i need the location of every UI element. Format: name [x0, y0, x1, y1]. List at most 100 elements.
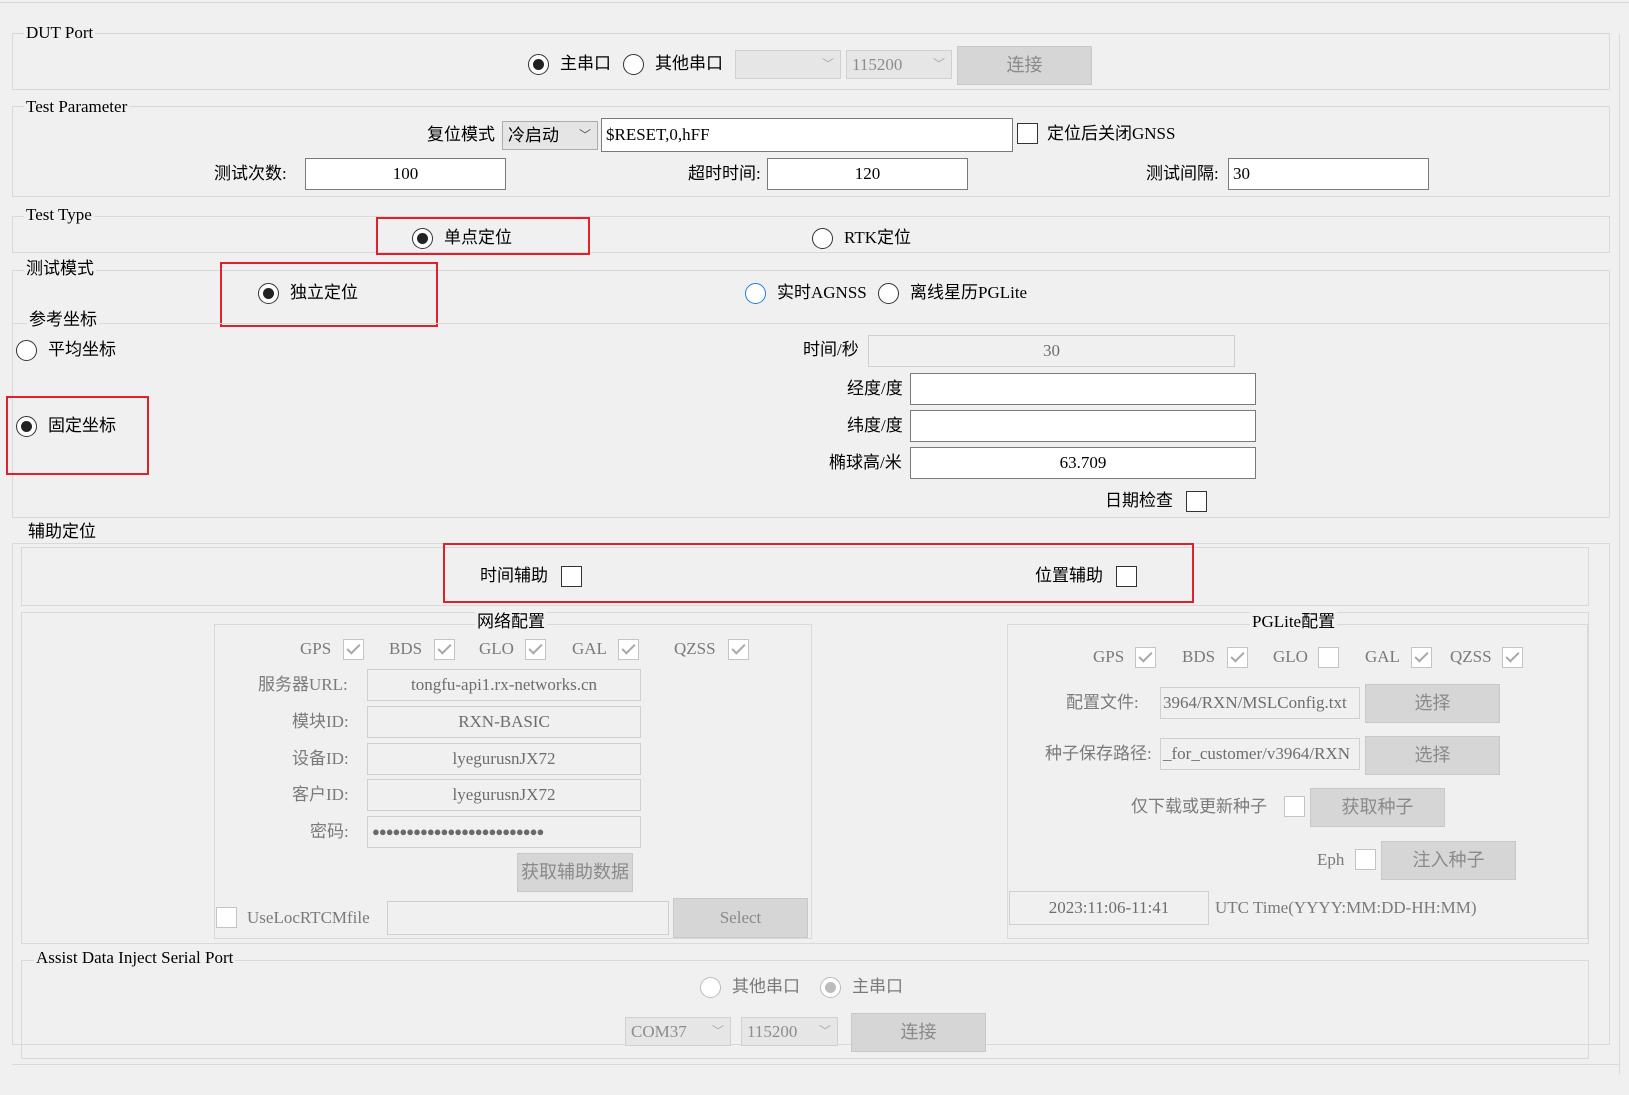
rtcm-select-button[interactable]: Select: [673, 898, 808, 938]
assist-options-highlight: [443, 543, 1194, 603]
config-file-choose-button[interactable]: 选择: [1365, 684, 1500, 723]
pglite-gps-label: GPS: [1093, 647, 1125, 666]
password-input[interactable]: ●●●●●●●●●●●●●●●●●●●●●●●●●: [367, 816, 641, 848]
pglite-qzss-checkbox[interactable]: [1502, 647, 1523, 668]
network-qzss-label: QZSS: [674, 639, 716, 658]
seed-path-label: 种子保存路径:: [1045, 744, 1152, 763]
timeout-label: 超时时间:: [688, 164, 761, 183]
module-id-label: 模块ID:: [292, 712, 349, 731]
seed-path-input[interactable]: _for_customer/v3964/RXN: [1160, 738, 1360, 770]
pglite-bds-checkbox[interactable]: [1227, 647, 1248, 668]
inject-other-serial-radio[interactable]: [700, 977, 721, 998]
network-qzss-checkbox[interactable]: [728, 639, 749, 660]
other-serial-label: 其他串口: [655, 54, 723, 73]
realtime-agnss-radio[interactable]: [745, 283, 766, 304]
network-bds-label: BDS: [389, 639, 423, 658]
time-sec-label: 时间/秒: [803, 340, 859, 359]
chevron-down-icon: ﹀: [932, 57, 945, 71]
seed-path-choose-button[interactable]: 选择: [1365, 736, 1500, 775]
fetch-assist-button[interactable]: 获取辅助数据: [517, 853, 633, 892]
module-id-input[interactable]: RXN-BASIC: [367, 706, 641, 738]
time-sec-input[interactable]: 30: [868, 335, 1235, 367]
test-count-label: 测试次数:: [214, 164, 287, 183]
right-border: [1619, 34, 1620, 1074]
network-gps-checkbox[interactable]: [343, 639, 364, 660]
use-loc-rtcm-checkbox[interactable]: [216, 907, 237, 928]
latitude-input[interactable]: [910, 410, 1256, 442]
bottom-border: [12, 1064, 1620, 1065]
test-count-input[interactable]: 100: [305, 158, 506, 190]
inject-baud-combo[interactable]: 115200 ﹀: [741, 1017, 838, 1046]
pglite-glo-label: GLO: [1273, 647, 1308, 666]
other-serial-radio[interactable]: [623, 54, 644, 75]
eph-checkbox[interactable]: [1355, 849, 1376, 870]
pglite-gal-label: GAL: [1365, 647, 1400, 666]
pglite-bds-label: BDS: [1182, 647, 1216, 666]
close-gnss-label: 定位后关闭GNSS: [1047, 124, 1176, 143]
inject-main-serial-label: 主串口: [852, 977, 903, 996]
utc-time-input[interactable]: 2023:11:06-11:41: [1009, 891, 1209, 925]
inject-seed-button[interactable]: 注入种子: [1381, 841, 1516, 880]
rtcm-path-input[interactable]: [387, 901, 669, 935]
standalone-highlight: [220, 262, 438, 327]
only-download-label: 仅下载或更新种子: [1131, 797, 1267, 816]
offline-pglite-radio[interactable]: [878, 283, 899, 304]
latitude-label: 纬度/度: [847, 416, 903, 435]
network-gal-checkbox[interactable]: [618, 639, 639, 660]
dut-connect-button[interactable]: 连接: [957, 46, 1092, 85]
reference-separator: [12, 323, 1610, 324]
reference-title: 参考坐标: [27, 310, 99, 330]
inject-other-serial-label: 其他串口: [732, 977, 800, 996]
client-id-input[interactable]: lyegurusnJX72: [367, 779, 641, 811]
pglite-gal-checkbox[interactable]: [1411, 647, 1432, 668]
only-download-checkbox[interactable]: [1284, 796, 1305, 817]
date-check-label: 日期检查: [1105, 491, 1173, 510]
main-serial-label: 主串口: [560, 54, 611, 73]
pglite-gps-checkbox[interactable]: [1135, 647, 1156, 668]
inject-port-title: Assist Data Inject Serial Port: [34, 948, 236, 968]
average-coord-radio[interactable]: [16, 340, 37, 361]
date-check-checkbox[interactable]: [1186, 491, 1207, 512]
timeout-input[interactable]: 120: [767, 158, 968, 190]
inject-connect-button[interactable]: 连接: [851, 1013, 986, 1052]
get-seed-button[interactable]: 获取种子: [1310, 788, 1445, 827]
network-gal-label: GAL: [572, 639, 607, 658]
longitude-input[interactable]: [910, 373, 1256, 405]
reset-mode-label: 复位模式: [427, 125, 495, 144]
config-file-input[interactable]: 3964/RXN/MSLConfig.txt: [1160, 687, 1360, 719]
inject-port-combo[interactable]: COM37 ﹀: [625, 1017, 731, 1046]
longitude-label: 经度/度: [847, 379, 903, 398]
pglite-glo-checkbox[interactable]: [1318, 647, 1339, 668]
utc-time-label: UTC Time(YYYY:MM:DD-HH:MM): [1215, 898, 1477, 917]
height-label: 椭球高/米: [829, 453, 902, 472]
inject-main-serial-radio[interactable]: [820, 977, 841, 998]
device-id-input[interactable]: lyegurusnJX72: [367, 743, 641, 775]
chevron-down-icon: ﹀: [821, 57, 834, 71]
dut-port-combo[interactable]: ﹀: [735, 50, 841, 79]
reset-mode-value: 冷启动: [508, 126, 559, 145]
interval-input[interactable]: 30: [1228, 158, 1429, 190]
reset-command-input[interactable]: $RESET,0,hFF: [601, 118, 1013, 152]
eph-label: Eph: [1317, 850, 1345, 869]
reset-mode-combo[interactable]: 冷启动 ﹀: [502, 121, 598, 150]
rtk-radio[interactable]: [812, 228, 833, 249]
network-glo-label: GLO: [479, 639, 514, 658]
offline-pglite-label: 离线星历PGLite: [910, 283, 1028, 302]
average-coord-label: 平均坐标: [48, 340, 116, 359]
test-type-group: [12, 216, 1610, 253]
client-id-label: 客户ID:: [292, 785, 349, 804]
network-glo-checkbox[interactable]: [525, 639, 546, 660]
inject-port-combo-value: COM37: [631, 1022, 687, 1041]
assist-title: 辅助定位: [26, 522, 98, 542]
dut-port-title: DUT Port: [24, 23, 96, 43]
height-input[interactable]: 63.709: [910, 447, 1256, 479]
network-gps-label: GPS: [300, 639, 332, 658]
network-config-title: 网络配置: [475, 612, 547, 632]
close-gnss-checkbox[interactable]: [1017, 123, 1038, 144]
dut-baud-combo[interactable]: 115200 ﹀: [846, 50, 952, 79]
test-mode-title: 测试模式: [24, 259, 96, 279]
server-url-input[interactable]: tongfu-api1.rx-networks.cn: [367, 669, 641, 701]
network-bds-checkbox[interactable]: [434, 639, 455, 660]
main-serial-radio[interactable]: [528, 54, 549, 75]
inject-baud-combo-value: 115200: [747, 1022, 798, 1041]
